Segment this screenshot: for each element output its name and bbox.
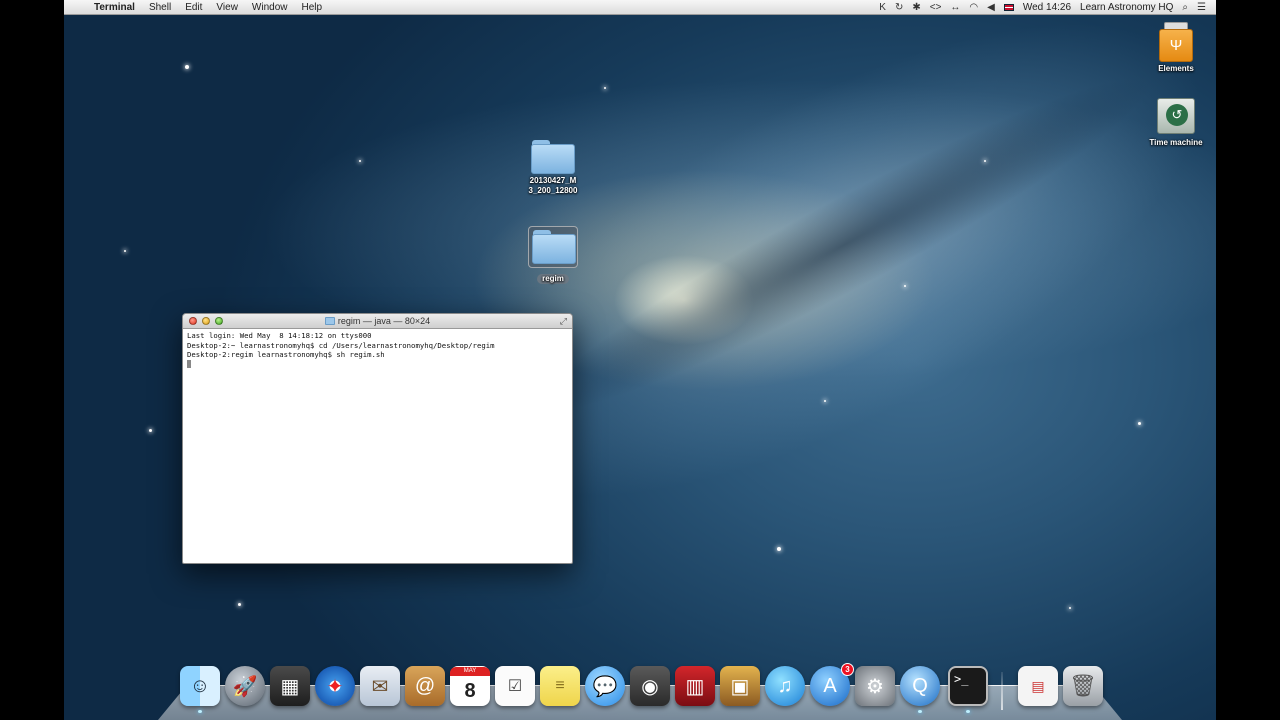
- input-source-flag-icon[interactable]: [1003, 3, 1014, 11]
- folder-icon: [532, 230, 576, 264]
- safari-icon[interactable]: ✦: [315, 666, 355, 706]
- wifi-icon[interactable]: ◠: [969, 2, 978, 13]
- messages-icon[interactable]: 💬: [585, 666, 625, 706]
- trash-icon[interactable]: 🗑: [1063, 666, 1103, 706]
- menu-app-name[interactable]: Terminal: [88, 2, 142, 13]
- terminal-icon[interactable]: >_: [948, 666, 988, 706]
- clock[interactable]: Wed 14:26: [1023, 2, 1071, 13]
- letterbox-right: [1216, 0, 1280, 720]
- usb-drive-icon: Ψ: [1157, 22, 1195, 62]
- star: [1069, 607, 1071, 609]
- drive-label: Time machine: [1149, 138, 1203, 147]
- terminal-line: Desktop-2:~ learnastronomyhq$ cd /Users/…: [187, 340, 495, 350]
- mission-control-icon[interactable]: ▦: [270, 666, 310, 706]
- menu-bar: Terminal Shell Edit View Window Help K ↻…: [64, 0, 1216, 15]
- status-menus: K ↻ ✱ <> ↔ ◠ ◀ Wed 14:26 Learn Astronomy…: [879, 2, 1216, 13]
- window-title-text: regim — java — 80×24: [337, 316, 431, 326]
- spotlight-search-icon[interactable]: ⌕: [1182, 2, 1188, 13]
- sync-icon[interactable]: ↔: [950, 2, 960, 13]
- calendar-month: MAY: [450, 666, 490, 676]
- photo-booth-icon[interactable]: ▥: [675, 666, 715, 706]
- star: [904, 285, 906, 287]
- zoom-button[interactable]: [215, 317, 223, 325]
- update-badge: 3: [841, 663, 854, 676]
- star: [824, 400, 826, 402]
- itunes-icon[interactable]: ♫: [765, 666, 805, 706]
- calendar-icon[interactable]: MAY 8: [450, 666, 490, 706]
- star: [185, 65, 189, 69]
- facetime-icon[interactable]: ◉: [630, 666, 670, 706]
- user-name[interactable]: Learn Astronomy HQ: [1080, 2, 1173, 13]
- dock: ☺ 🚀 ▦ ✦ ✉ @ MAY 8 ☑ ≡ 💬 ◉ ▥ ▣ ♫ A 3 ⚙ Q …: [158, 663, 1122, 714]
- star: [777, 547, 781, 551]
- volume-icon[interactable]: ◀: [987, 2, 995, 13]
- letterbox-left: [0, 0, 64, 720]
- minimize-button[interactable]: [202, 317, 210, 325]
- contacts-icon[interactable]: @: [405, 666, 445, 706]
- star: [124, 250, 126, 252]
- time-machine-drive-icon: ↺: [1157, 96, 1195, 136]
- desktop-drive-elements[interactable]: Ψ Elements: [1141, 22, 1211, 74]
- menu-shell[interactable]: Shell: [142, 2, 178, 13]
- time-machine-status-icon[interactable]: ↻: [895, 2, 903, 13]
- folder-label: 20130427_M 3_200_12800: [528, 176, 578, 195]
- menu-edit[interactable]: Edit: [178, 2, 209, 13]
- terminal-content[interactable]: Last login: Wed May 8 14:18:12 on ttys00…: [183, 329, 572, 371]
- star: [149, 429, 152, 432]
- desktop-folder-regim[interactable]: regim: [518, 226, 588, 284]
- desktop-folder-20130427[interactable]: 20130427_M 3_200_12800: [518, 140, 588, 196]
- star: [984, 160, 986, 162]
- star: [359, 160, 361, 162]
- menu-help[interactable]: Help: [295, 2, 330, 13]
- mail-icon[interactable]: ✉: [360, 666, 400, 706]
- star: [1138, 422, 1141, 425]
- terminal-window[interactable]: regim — java — 80×24 ⤢ Last login: Wed M…: [182, 313, 573, 564]
- window-titlebar[interactable]: regim — java — 80×24 ⤢: [183, 314, 572, 329]
- documents-stack-icon[interactable]: ▤: [1018, 666, 1058, 706]
- notification-center-icon[interactable]: ☰: [1197, 2, 1206, 13]
- running-indicator: [918, 710, 922, 713]
- close-button[interactable]: [189, 317, 197, 325]
- star: [238, 603, 241, 606]
- terminal-line: Last login: Wed May 8 14:18:12 on ttys00…: [187, 331, 372, 340]
- calendar-day: 8: [464, 679, 476, 702]
- bluetooth-icon[interactable]: ✱: [912, 2, 920, 13]
- window-title: regim — java — 80×24: [183, 316, 572, 326]
- drive-label: Elements: [1158, 64, 1194, 73]
- desktop-drive-time-machine[interactable]: ↺ Time machine: [1141, 96, 1211, 148]
- terminal-line: Desktop-2:regim learnastronomyhq$ sh reg…: [187, 350, 385, 360]
- running-indicator: [966, 710, 970, 713]
- launchpad-icon[interactable]: 🚀: [225, 666, 265, 706]
- menu-window[interactable]: Window: [245, 2, 295, 13]
- running-indicator: [198, 710, 202, 713]
- notes-icon[interactable]: ≡: [540, 666, 580, 706]
- reminders-icon[interactable]: ☑: [495, 666, 535, 706]
- code-icon[interactable]: <>: [930, 2, 942, 13]
- text-cursor: [187, 359, 191, 368]
- status-k-icon[interactable]: K: [879, 2, 886, 13]
- fullscreen-icon[interactable]: ⤢: [560, 316, 567, 327]
- finder-icon[interactable]: ☺: [180, 666, 220, 706]
- folder-icon: [531, 140, 575, 174]
- menu-view[interactable]: View: [209, 2, 245, 13]
- folder-icon: [324, 317, 335, 325]
- iphoto-icon[interactable]: ▣: [720, 666, 760, 706]
- star: [604, 87, 606, 89]
- app-store-icon[interactable]: A 3: [810, 663, 854, 706]
- dock-separator: [1001, 672, 1003, 710]
- quicktime-icon[interactable]: Q: [900, 666, 940, 706]
- system-preferences-icon[interactable]: ⚙: [855, 666, 895, 706]
- folder-label: regim: [537, 274, 569, 284]
